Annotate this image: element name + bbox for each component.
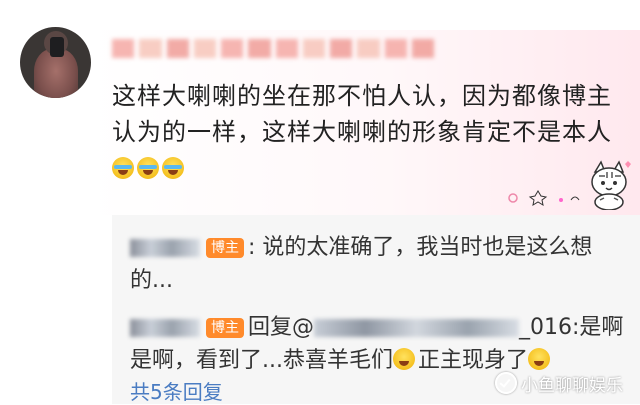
author-badge: 博主 — [206, 238, 244, 258]
laugh-cry-emoji — [137, 157, 159, 179]
watermark: 小鱼聊聊娱乐 — [495, 370, 623, 396]
reply-prefix: 回复@ — [248, 315, 315, 340]
username-blurred[interactable] — [112, 39, 434, 58]
reply-author-blurred[interactable] — [130, 319, 200, 337]
more-replies-link[interactable]: 共5条回复 — [130, 379, 223, 405]
laugh-cry-emoji — [162, 157, 184, 179]
reply-item[interactable]: 博主 回复@ _016:是啊是啊，看到了...恭喜羊毛们 正主现身了 — [130, 311, 630, 377]
comment-text: 这样大喇喇的坐在那不怕人认，因为都像博主认为的一样，这样大喇喇的形象肯定不是本人 — [112, 78, 632, 186]
mention-suffix: _016 — [519, 315, 573, 340]
avatar-phone — [50, 37, 64, 57]
laugh-cry-emoji — [112, 157, 134, 179]
decorative-doodles-icon — [508, 190, 580, 206]
avatar[interactable] — [20, 27, 91, 98]
author-badge: 博主 — [206, 318, 244, 338]
watermark-text: 小鱼聊聊娱乐 — [521, 375, 623, 396]
mention-blurred[interactable] — [314, 319, 520, 337]
grin-emoji — [528, 348, 550, 370]
cat-sticker-icon — [591, 160, 631, 210]
reply-item[interactable]: 博主: 说的太准确了，我当时也是这么想的... — [130, 231, 630, 297]
reply-author-blurred[interactable] — [130, 239, 200, 257]
watermark-logo-icon — [495, 372, 517, 394]
comment-body-text: 这样大喇喇的坐在那不怕人认，因为都像博主认为的一样，这样大喇喇的形象肯定不是本人 — [112, 82, 612, 146]
shocked-emoji — [392, 348, 415, 370]
